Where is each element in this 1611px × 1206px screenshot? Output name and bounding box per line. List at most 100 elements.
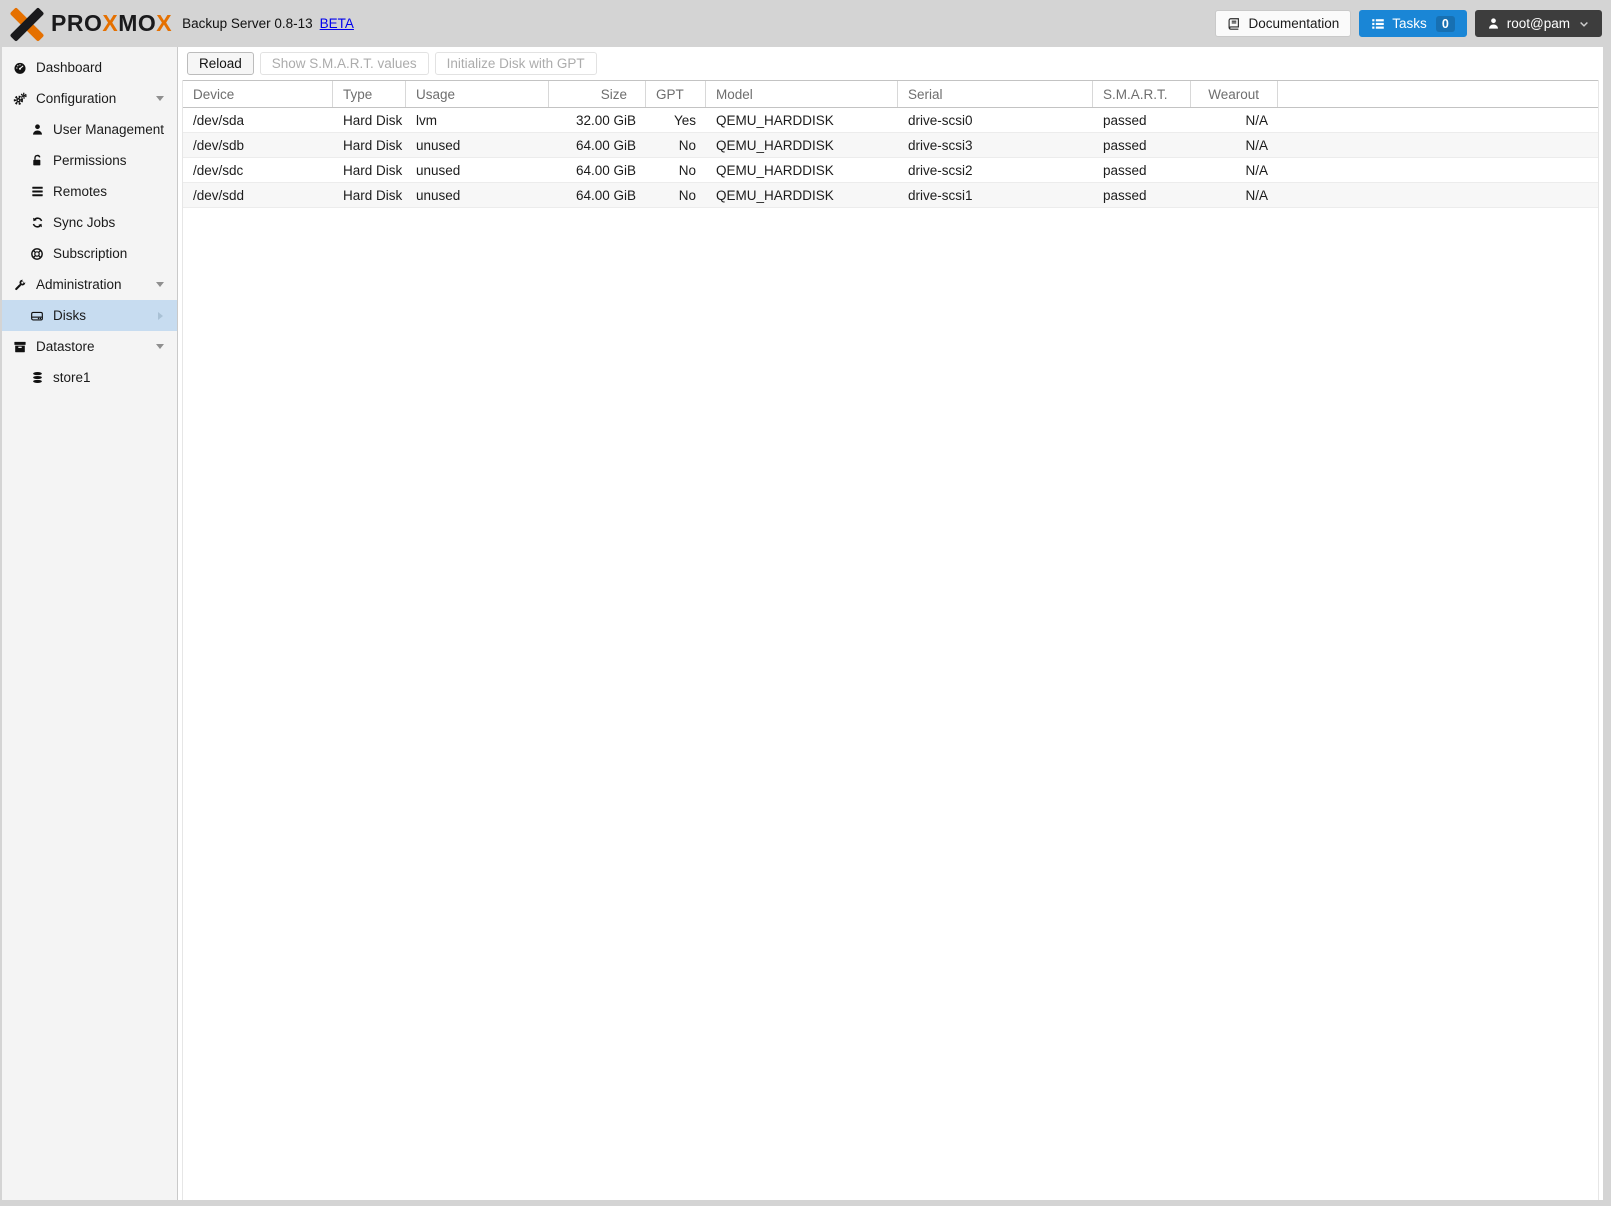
cell-device: /dev/sdc (193, 162, 244, 178)
cell-size: 32.00 GiB (575, 112, 636, 128)
column-header-model[interactable]: Model (706, 81, 898, 107)
cogs-icon (12, 92, 28, 106)
tachometer-icon (12, 61, 28, 75)
reload-button[interactable]: Reload (187, 52, 254, 75)
cell-usage: unused (416, 162, 461, 178)
cell-device: /dev/sdd (193, 187, 245, 203)
column-header-usage[interactable]: Usage (406, 81, 549, 107)
sidebar-item-subscription[interactable]: Subscription (2, 238, 177, 269)
caret-down-icon (156, 344, 164, 349)
documentation-button[interactable]: Documentation (1215, 10, 1352, 37)
cell-serial: drive-scsi1 (908, 187, 973, 203)
column-header-filler (1278, 81, 1598, 107)
sidebar-item-label: store1 (53, 370, 91, 385)
content-area: Dashboard Configuration User Management (2, 47, 1603, 1200)
sidebar-item-label: Subscription (53, 246, 128, 261)
cell-model: QEMU_HARDDISK (716, 112, 834, 128)
header: PROXMOX Backup Server 0.8-13 BETA Docume… (0, 0, 1611, 47)
user-menu-button[interactable]: root@pam (1474, 10, 1602, 37)
cell-type: Hard Disk (343, 187, 403, 203)
cell-size: 64.00 GiB (575, 187, 636, 203)
cell-usage: lvm (416, 112, 437, 128)
archive-icon (12, 340, 28, 354)
sidebar-item-dashboard[interactable]: Dashboard (2, 52, 177, 83)
beta-link[interactable]: BETA (320, 16, 354, 31)
cell-wearout: N/A (1245, 137, 1268, 153)
cell-serial: drive-scsi0 (908, 112, 973, 128)
sidebar-item-label: User Management (53, 122, 165, 137)
caret-down-icon (156, 282, 164, 287)
sidebar-item-sync-jobs[interactable]: Sync Jobs (2, 207, 177, 238)
chevron-down-icon (1578, 18, 1590, 30)
database-icon (29, 371, 45, 384)
cell-size: 64.00 GiB (575, 162, 636, 178)
cell-device: /dev/sda (193, 112, 245, 128)
sidebar: Dashboard Configuration User Management (2, 47, 178, 1200)
cell-usage: unused (416, 187, 461, 203)
column-header-size[interactable]: Size (549, 81, 646, 107)
table-header: Device Type Usage Size GPT Model Serial … (183, 80, 1598, 108)
column-header-wearout[interactable]: Wearout (1191, 81, 1278, 107)
task-list-icon (1371, 17, 1385, 31)
cell-model: QEMU_HARDDISK (716, 187, 834, 203)
list-bars-icon (29, 185, 45, 198)
hdd-icon (29, 309, 45, 323)
initialize-gpt-button[interactable]: Initialize Disk with GPT (434, 52, 597, 75)
column-header-device[interactable]: Device (183, 81, 333, 107)
cell-gpt: No (678, 137, 696, 153)
sidebar-item-label: Administration (36, 277, 122, 292)
sidebar-item-remotes[interactable]: Remotes (2, 176, 177, 207)
life-ring-icon (29, 247, 45, 261)
sidebar-item-user-management[interactable]: User Management (2, 114, 177, 145)
disks-table: Device Type Usage Size GPT Model Serial … (182, 80, 1599, 1200)
sidebar-item-disks[interactable]: Disks (2, 300, 177, 331)
cell-smart: passed (1103, 162, 1147, 178)
chevron-right-icon (158, 311, 163, 320)
sidebar-item-store1[interactable]: store1 (2, 362, 177, 393)
table-row[interactable]: /dev/sdb Hard Disk unused 64.00 GiB No QEMU_H… (183, 133, 1598, 158)
column-header-serial[interactable]: Serial (898, 81, 1093, 107)
cell-usage: unused (416, 137, 461, 153)
cell-smart: passed (1103, 137, 1147, 153)
cell-size: 64.00 GiB (575, 137, 636, 153)
sync-icon (29, 216, 45, 229)
column-header-gpt[interactable]: GPT (646, 81, 706, 107)
sidebar-item-permissions[interactable]: Permissions (2, 145, 177, 176)
cell-gpt: Yes (673, 112, 696, 128)
cell-serial: drive-scsi3 (908, 137, 973, 153)
cell-device: /dev/sdb (193, 137, 245, 153)
tasks-button[interactable]: Tasks 0 (1359, 10, 1467, 37)
cell-wearout: N/A (1245, 162, 1268, 178)
sidebar-item-datastore[interactable]: Datastore (2, 331, 177, 362)
proxmox-backup-server-app: PROXMOX Backup Server 0.8-13 BETA Docume… (0, 0, 1611, 1206)
sidebar-item-label: Configuration (36, 91, 117, 106)
show-smart-values-button[interactable]: Show S.M.A.R.T. values (259, 52, 429, 75)
cell-gpt: No (678, 187, 696, 203)
caret-down-icon (156, 96, 164, 101)
user-icon (29, 123, 45, 136)
proxmox-logo: PROXMOX (9, 6, 172, 42)
tasks-count-badge: 0 (1435, 15, 1455, 32)
wrench-icon (12, 277, 28, 292)
column-header-smart[interactable]: S.M.A.R.T. (1093, 81, 1191, 107)
sidebar-item-label: Disks (53, 308, 86, 323)
unlock-icon (29, 154, 45, 167)
sidebar-item-configuration[interactable]: Configuration (2, 83, 177, 114)
sidebar-item-label: Datastore (36, 339, 95, 354)
table-row[interactable]: /dev/sdd Hard Disk unused 64.00 GiB No QEMU_H… (183, 183, 1598, 208)
sidebar-item-label: Permissions (53, 153, 127, 168)
sidebar-item-administration[interactable]: Administration (2, 269, 177, 300)
cell-model: QEMU_HARDDISK (716, 162, 834, 178)
cell-wearout: N/A (1245, 187, 1268, 203)
column-header-type[interactable]: Type (333, 81, 406, 107)
disks-toolbar: Reload Show S.M.A.R.T. values Initialize… (178, 47, 1603, 80)
cell-type: Hard Disk (343, 112, 403, 128)
cell-model: QEMU_HARDDISK (716, 137, 834, 153)
table-row[interactable]: /dev/sda Hard Disk lvm 32.00 GiB Yes QEMU_HAR… (183, 108, 1598, 133)
user-icon (1487, 17, 1500, 30)
table-row[interactable]: /dev/sdc Hard Disk unused 64.00 GiB No QEMU_H… (183, 158, 1598, 183)
book-icon (1227, 17, 1241, 31)
table-body: /dev/sda Hard Disk lvm 32.00 GiB Yes QEMU_HAR… (183, 108, 1598, 208)
main-panel: Reload Show S.M.A.R.T. values Initialize… (178, 47, 1603, 1200)
cell-gpt: No (678, 162, 696, 178)
